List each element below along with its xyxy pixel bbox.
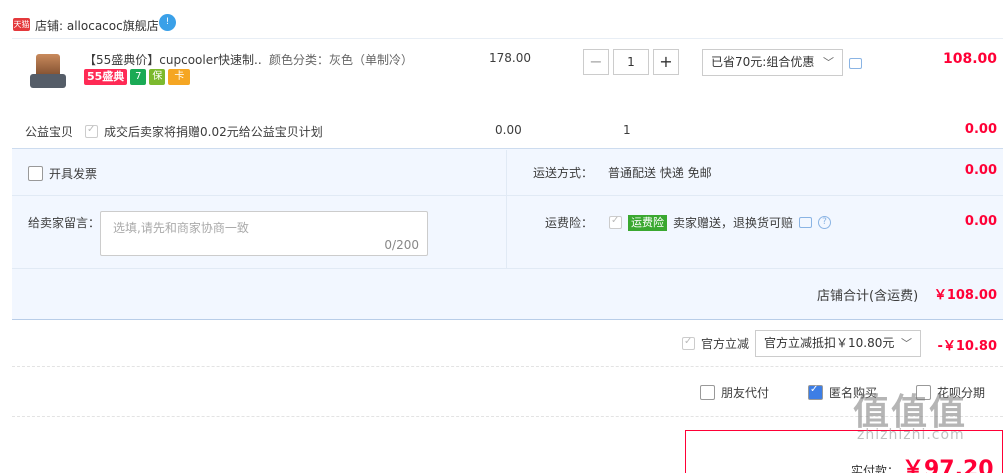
charity-price: 0.00 [495, 123, 522, 137]
insurance-tag: 运费险 [628, 214, 667, 231]
comment-icon[interactable] [849, 58, 862, 69]
anonymous-checkbox[interactable] [808, 384, 823, 400]
payment-label: 实付款： [851, 464, 900, 473]
product-thumbnail[interactable] [22, 46, 74, 96]
comment-icon[interactable] [799, 217, 813, 228]
help-icon[interactable]: ? [818, 216, 832, 229]
charity-subtotal: 0.00 [964, 122, 997, 137]
insurance-fee: 0.00 [964, 214, 997, 229]
message-placeholder: 选填,请先和商家协商一致 [113, 221, 249, 235]
promotion-select[interactable]: 已省70元:组合优惠 ﹀ [702, 49, 843, 76]
friend-pay-option[interactable]: 朋友代付 [700, 384, 769, 401]
discount-checkbox[interactable] [682, 336, 695, 350]
message-label: 给卖家留言： [28, 216, 101, 230]
divider [12, 366, 1003, 367]
panel-divider [506, 150, 507, 268]
product-tags: 55盛典 7 保 卡 [84, 69, 191, 85]
chevron-down-icon: ﹀ [823, 56, 834, 69]
insurance-description: 卖家赠送，退换货可赔 [673, 216, 794, 230]
panel-divider [12, 195, 1003, 196]
shipping-method: 普通配送 快递 免邮 [608, 166, 712, 180]
charity-quantity: 1 [623, 123, 631, 137]
friend-pay-label: 朋友代付 [721, 386, 770, 400]
message-char-count: 0/200 [384, 238, 419, 252]
quantity-increase-button[interactable]: + [653, 49, 679, 75]
quantity-decrease-button[interactable]: − [583, 49, 609, 75]
invoice-option[interactable]: 开具发票 [28, 165, 97, 182]
charity-label: 公益宝贝 [25, 125, 74, 139]
wangwang-chat-icon[interactable]: ! [159, 14, 176, 31]
friend-pay-checkbox[interactable] [700, 385, 715, 400]
insurance-checkbox [609, 215, 622, 229]
discount-select[interactable]: 官方立减抵扣￥10.80元 ﹀ [755, 330, 922, 357]
shop-total: ￥108.00 [933, 288, 997, 303]
shipping-insurance: 运费险 卖家赠送，退换货可赔 ? [609, 214, 832, 231]
sku-info: 颜色分类：灰色（单制冷） [269, 53, 414, 67]
credit-card-icon: 卡 [168, 69, 191, 85]
guarantee-icon: 保 [149, 69, 166, 85]
discount-label: 官方立减 [701, 337, 750, 351]
quantity-stepper: − 1 + [583, 49, 679, 75]
promotion-select-value: 已省70元:组合优惠 [711, 55, 815, 69]
panel-divider [12, 268, 1003, 269]
item-subtotal: 108.00 [942, 51, 997, 67]
insurance-label: 运费险： [545, 216, 594, 230]
discount-amount: -￥10.80 [937, 339, 997, 354]
shipping-label: 运送方式： [533, 166, 594, 180]
tmall-badge: 天猫 [13, 18, 30, 31]
shop-total-label: 店铺合计(含运费) [817, 289, 919, 304]
quantity-input[interactable]: 1 [613, 49, 649, 75]
discount-select-value: 官方立减抵扣￥10.80元 [764, 336, 895, 350]
product-image-base [30, 74, 66, 88]
product-title-link[interactable]: 【55盛典价】cupcooler快速制... [84, 51, 262, 68]
watermark-url: zhizhizhi.com [857, 427, 965, 443]
charity-description: 成交后卖家将捐赠0.02元给公益宝贝计划 [104, 125, 323, 139]
invoice-label: 开具发票 [49, 167, 98, 181]
seller-message-input[interactable]: 选填,请先和商家协商一致 0/200 [100, 211, 428, 256]
chevron-down-icon: ﹀ [901, 337, 913, 350]
payment-amount: ￥97.20 [902, 457, 994, 473]
shipping-fee: 0.00 [964, 163, 997, 178]
seven-day-return-icon: 7 [130, 69, 147, 85]
unit-price: 178.00 [489, 51, 531, 65]
sale-tag: 55盛典 [84, 69, 128, 85]
charity-checkbox [85, 124, 98, 138]
official-discount: 官方立减 官方立减抵扣￥10.80元 ﹀ [682, 330, 922, 357]
invoice-checkbox[interactable] [28, 166, 43, 181]
shop-name-link[interactable]: 店铺: allocacoc旗舰店 [35, 17, 159, 34]
